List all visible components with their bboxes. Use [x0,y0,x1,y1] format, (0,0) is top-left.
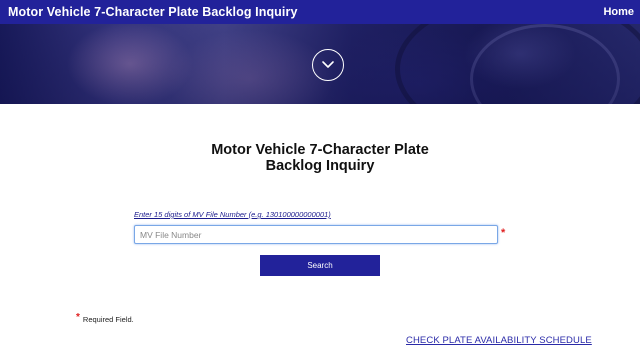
required-field-text: Required Field. [82,315,134,324]
scroll-down-button[interactable] [312,49,344,81]
check-plate-availability-link[interactable]: CHECK PLATE AVAILABILITY SCHEDULE [406,335,592,346]
chevron-down-icon [322,61,334,68]
required-marker: * [501,227,506,239]
required-field-note: * Required Field. [76,312,134,325]
page-title: Motor Vehicle 7-Character Plate Backlog … [170,142,470,174]
hero-banner [0,24,640,104]
page-title-line2: Backlog Inquiry [265,158,375,174]
top-navigation-bar: Motor Vehicle 7-Character Plate Backlog … [0,0,640,24]
required-marker: * [76,312,80,323]
home-link[interactable]: Home [603,6,634,18]
mv-file-number-input[interactable] [134,225,498,244]
search-button[interactable]: Search [260,255,380,276]
page-title-line1: Motor Vehicle 7-Character Plate [211,142,429,158]
app-title: Motor Vehicle 7-Character Plate Backlog … [8,5,298,19]
mv-file-field-hint: Enter 15 digits of MV File Number (e.g. … [134,210,331,219]
